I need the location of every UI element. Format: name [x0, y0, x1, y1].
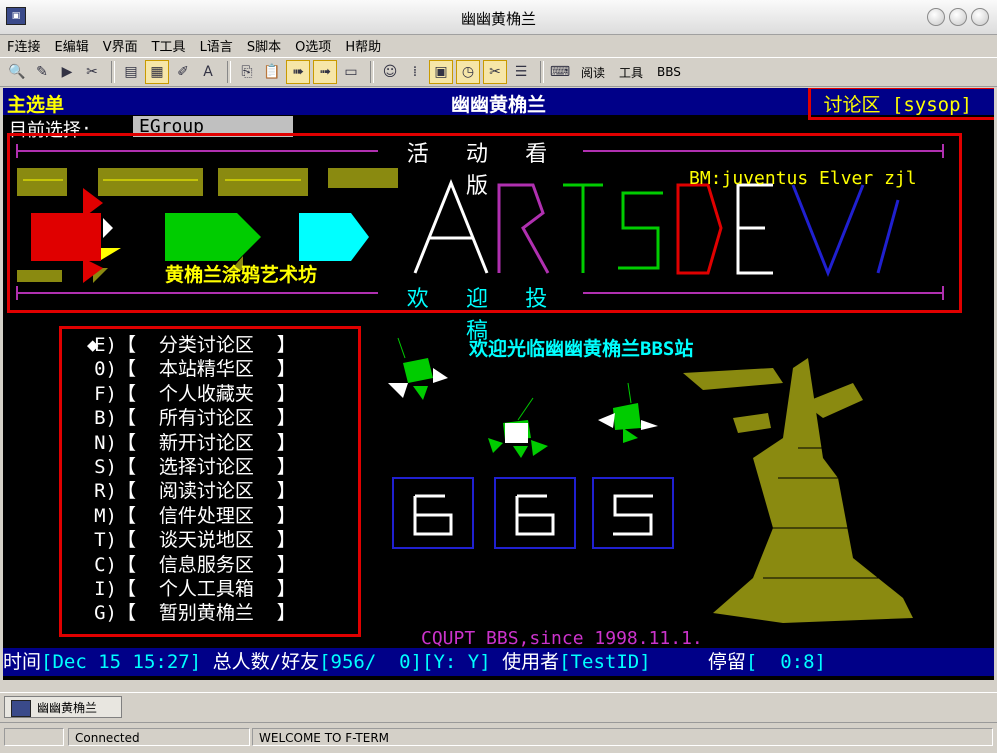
- window-icon[interactable]: ▣: [429, 60, 453, 84]
- menu-item[interactable]: N)【 新开讨论区 】: [77, 431, 337, 455]
- window-title: 幽幽黄桷兰: [460, 10, 536, 28]
- edit-icon[interactable]: ✐: [172, 61, 194, 83]
- receive-icon[interactable]: ➟: [313, 60, 337, 84]
- paste-icon[interactable]: 📋: [261, 61, 283, 83]
- terminal-screen[interactable]: 主选单 幽幽黄桷兰 讨论区 [sysop] 目前选择: EGroup 活 动 看…: [3, 88, 994, 680]
- status-message: WELCOME TO F-TERM: [252, 728, 993, 746]
- window-controls: [927, 8, 989, 26]
- toolbar-separator: [540, 61, 544, 83]
- connection-status: Connected: [68, 728, 250, 746]
- scissors-icon[interactable]: ✂: [483, 60, 507, 84]
- since-text: CQUPT BBS,since 1998.11.1.: [421, 628, 703, 649]
- menu-view[interactable]: V界面: [96, 36, 145, 55]
- disconnect-icon[interactable]: ✂: [81, 61, 103, 83]
- status-empty-cell: [4, 728, 64, 746]
- stay-label: 停留: [707, 651, 746, 673]
- user-value: [TestID]: [559, 651, 651, 673]
- grid-icon[interactable]: ⁞: [404, 61, 426, 83]
- art-caption: 黄桷兰涂鸦艺术坊: [165, 264, 318, 286]
- menu-item[interactable]: G)【 暂别黄桷兰 】: [77, 601, 337, 625]
- menu-item[interactable]: B)【 所有讨论区 】: [77, 406, 337, 430]
- menu-item[interactable]: M)【 信件处理区 】: [77, 504, 337, 528]
- toolbar-separator: [227, 61, 231, 83]
- print-icon[interactable]: ▤: [120, 61, 142, 83]
- read-button[interactable]: 阅读: [581, 64, 605, 81]
- users-label: 总人数/好友: [212, 651, 320, 673]
- user-icon[interactable]: ☺: [379, 61, 401, 83]
- list-icon[interactable]: ☰: [510, 61, 532, 83]
- stay-value: [ 0:8]: [745, 651, 826, 673]
- menu-item[interactable]: C)【 信息服务区 】: [77, 553, 337, 577]
- menu-item[interactable]: R)【 阅读讨论区 】: [77, 479, 337, 503]
- menu-help[interactable]: H帮助: [338, 36, 388, 55]
- toolbar-separator: [111, 61, 115, 83]
- menu-script[interactable]: S脚本: [240, 36, 288, 55]
- menu-item[interactable]: S)【 选择讨论区 】: [77, 455, 337, 479]
- main-menu: ◆ E)【 分类讨论区 】 0)【 本站精华区 】 F)【 个人收藏夹 】 B)【…: [77, 333, 337, 626]
- copy-icon[interactable]: ⎘: [236, 61, 258, 83]
- menu-edit[interactable]: E编辑: [47, 36, 95, 55]
- toolbar-separator: [370, 61, 374, 83]
- quick-connect-icon[interactable]: ✎: [31, 61, 53, 83]
- session-tab[interactable]: 幽幽黄桷兰: [4, 696, 122, 718]
- bbs-tree-art: [388, 337, 913, 623]
- board-title: 活 动 看 版: [406, 142, 560, 199]
- user-label: 使用者: [502, 651, 560, 673]
- tools-button[interactable]: 工具: [619, 64, 643, 81]
- font-icon[interactable]: A: [197, 61, 219, 83]
- close-button[interactable]: [971, 8, 989, 26]
- title-bar: ▣ 幽幽黄桷兰: [0, 0, 997, 35]
- connect-icon[interactable]: 🔍: [6, 61, 28, 83]
- board-moderators: BM:juventus Elver zjl: [689, 168, 917, 189]
- time-value: [Dec 15 15:27]: [41, 651, 202, 673]
- menu-options[interactable]: O选项: [288, 36, 338, 55]
- menu-tools[interactable]: T工具: [145, 36, 193, 55]
- time-label: 时间: [3, 651, 42, 673]
- maximize-button[interactable]: [949, 8, 967, 26]
- toolbar: 🔍 ✎ ▶ ✂ ▤ ▦ ✐ A ⎘ 📋 ➠ ➟ ▭ ☺ ⁞ ▣ ◷ ✂ ☰ ⌨ …: [0, 57, 997, 87]
- users-value: [956/ 0]: [319, 651, 423, 673]
- cursor-icon: ◆: [87, 334, 99, 356]
- menu-item[interactable]: ◆ E)【 分类讨论区 】: [77, 333, 337, 357]
- menu-connect[interactable]: F连接: [0, 36, 47, 55]
- minimize-button[interactable]: [927, 8, 945, 26]
- send-icon[interactable]: ➠: [286, 60, 310, 84]
- menu-item[interactable]: T)【 谈天说地区 】: [77, 528, 337, 552]
- menu-item[interactable]: 0)【 本站精华区 】: [77, 357, 337, 381]
- menu-bar: F连接 E编辑 V界面 T工具 L语言 S脚本 O选项 H帮助: [0, 34, 997, 56]
- keyboard-icon[interactable]: ⌨: [549, 61, 571, 83]
- menu-language[interactable]: L语言: [193, 36, 240, 55]
- clock-icon[interactable]: ◷: [456, 60, 480, 84]
- monitor-icon: [11, 700, 31, 717]
- session-tab-label: 幽幽黄桷兰: [37, 701, 98, 715]
- flags-value: [Y: Y]: [422, 651, 491, 673]
- terminal-status-line: 时间[Dec 15 15:27] 总人数/好友[956/ 0][Y: Y] 使用…: [3, 648, 994, 676]
- menu-item[interactable]: F)【 个人收藏夹 】: [77, 382, 337, 406]
- play-icon[interactable]: ▶: [56, 61, 78, 83]
- document-icon[interactable]: ▭: [340, 61, 362, 83]
- bbs-button[interactable]: BBS: [657, 65, 681, 79]
- session-tabs: 幽幽黄桷兰: [0, 692, 997, 721]
- menu-item[interactable]: I)【 个人工具箱 】: [77, 577, 337, 601]
- status-bar: Connected WELCOME TO F-TERM: [0, 722, 997, 753]
- screen-icon[interactable]: ▦: [145, 60, 169, 84]
